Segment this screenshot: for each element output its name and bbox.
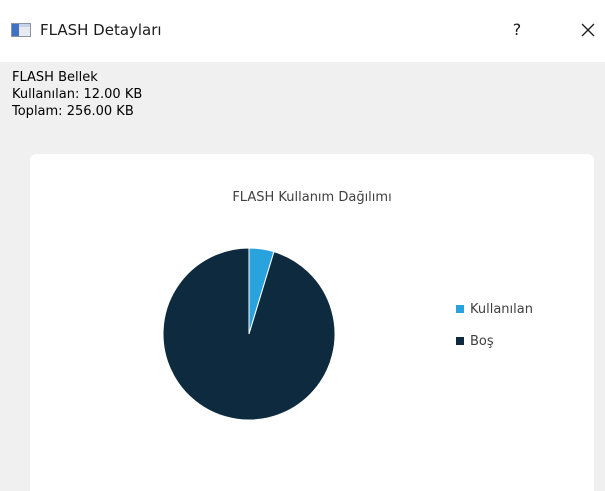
- info-total: Toplam: 256.00 KB: [12, 104, 134, 119]
- close-icon: [581, 23, 595, 37]
- info-heading: FLASH Bellek: [12, 70, 98, 85]
- legend-swatch-used: [456, 305, 464, 313]
- chart-panel: FLASH Kullanım Dağılımı Kullanılan Boş: [30, 154, 594, 491]
- close-button[interactable]: [572, 14, 604, 46]
- legend-label-free: Boş: [470, 333, 494, 349]
- legend-swatch-free: [456, 337, 464, 345]
- legend-label-used: Kullanılan: [470, 301, 533, 317]
- chart-legend: Kullanılan Boş: [456, 299, 533, 363]
- title-bar: FLASH Detayları ?: [0, 0, 605, 62]
- flash-info: FLASH Bellek Kullanılan: 12.00 KB Toplam…: [12, 69, 142, 120]
- legend-item-free: Boş: [456, 331, 533, 351]
- info-used: Kullanılan: 12.00 KB: [12, 87, 143, 102]
- legend-item-used: Kullanılan: [456, 299, 533, 319]
- help-button[interactable]: ?: [500, 14, 534, 46]
- window-title: FLASH Detayları: [40, 21, 162, 39]
- pie-slice-free: [162, 247, 336, 421]
- window-app-icon: [11, 23, 31, 37]
